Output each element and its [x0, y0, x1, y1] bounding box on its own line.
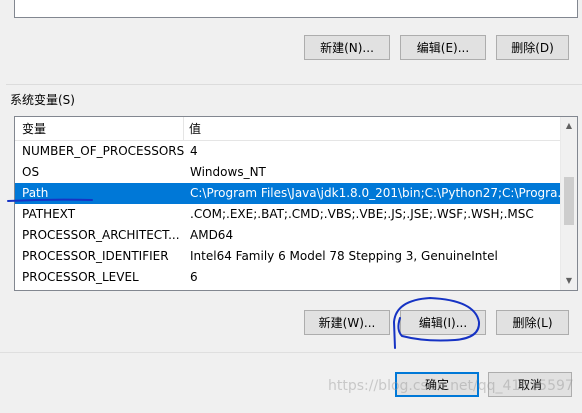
cancel-button[interactable]: 取消 — [488, 372, 572, 397]
variable-row[interactable]: PROCESSOR_IDENTIFIER Intel64 Family 6 Mod… — [15, 246, 561, 267]
user-edit-button[interactable]: 编辑(E)... — [400, 35, 486, 60]
vertical-scrollbar[interactable]: ▲ ▼ — [560, 117, 577, 290]
scroll-down-arrow-icon[interactable]: ▼ — [561, 273, 577, 289]
variable-value: 6 — [190, 270, 198, 284]
variable-value: AMD64 — [190, 228, 234, 242]
variable-value: .COM;.EXE;.BAT;.CMD;.VBS;.VBE;.JS;.JSE;.… — [190, 207, 534, 221]
variable-row[interactable]: PROCESSOR_ARCHITECT... AMD64 — [15, 225, 561, 246]
variable-row[interactable]: PROCESSOR_LEVEL 6 — [15, 267, 561, 288]
variable-name: PROCESSOR_IDENTIFIER — [22, 249, 169, 263]
system-variables-label: 系统变量(S) — [10, 93, 75, 107]
variable-value: Windows_NT — [190, 165, 266, 179]
system-edit-button[interactable]: 编辑(I)... — [400, 310, 486, 335]
system-new-button[interactable]: 新建(W)... — [304, 310, 390, 335]
variable-value: C:\Program Files\Java\jdk1.8.0_201\bin;C… — [190, 186, 561, 200]
variable-row[interactable]: NUMBER_OF_PROCESSORS 4 — [15, 141, 561, 162]
variable-row[interactable]: OS Windows_NT — [15, 162, 561, 183]
variable-name: PATHEXT — [22, 207, 76, 221]
variable-name: OS — [22, 165, 40, 179]
column-header-value[interactable]: 值 — [184, 117, 561, 141]
ok-button[interactable]: 确定 — [395, 372, 479, 397]
system-delete-button[interactable]: 删除(L) — [496, 310, 569, 335]
variable-value: Intel64 Family 6 Model 78 Stepping 3, Ge… — [190, 249, 498, 263]
variable-name: NUMBER_OF_PROCESSORS — [22, 144, 185, 158]
column-header-name[interactable]: 变量 — [15, 117, 184, 141]
variable-name: PROCESSOR_LEVEL — [22, 270, 139, 284]
scroll-thumb[interactable] — [564, 177, 574, 225]
variable-name: PROCESSOR_ARCHITECT... — [22, 228, 180, 242]
group-separator — [6, 84, 582, 85]
scroll-up-arrow-icon[interactable]: ▲ — [561, 118, 577, 134]
user-variables-list[interactable] — [14, 0, 578, 18]
list-header: 变量 值 — [15, 117, 561, 141]
variable-row[interactable]: PATHEXT .COM;.EXE;.BAT;.CMD;.VBS;.VBE;.JS… — [15, 204, 561, 225]
variable-value: 4 — [190, 144, 198, 158]
variable-rows: NUMBER_OF_PROCESSORS 4 OS Windows_NT Path C:\… — [15, 141, 561, 288]
variable-row[interactable]: Path C:\Program Files\Java\jdk1.8.0_201\b… — [15, 183, 561, 204]
variable-name: Path — [22, 186, 49, 200]
system-variables-list[interactable]: 变量 值 NUMBER_OF_PROCESSORS 4 OS Windows_NT Pa… — [14, 116, 578, 291]
user-new-button[interactable]: 新建(N)... — [304, 35, 390, 60]
user-delete-button[interactable]: 删除(D) — [496, 35, 569, 60]
